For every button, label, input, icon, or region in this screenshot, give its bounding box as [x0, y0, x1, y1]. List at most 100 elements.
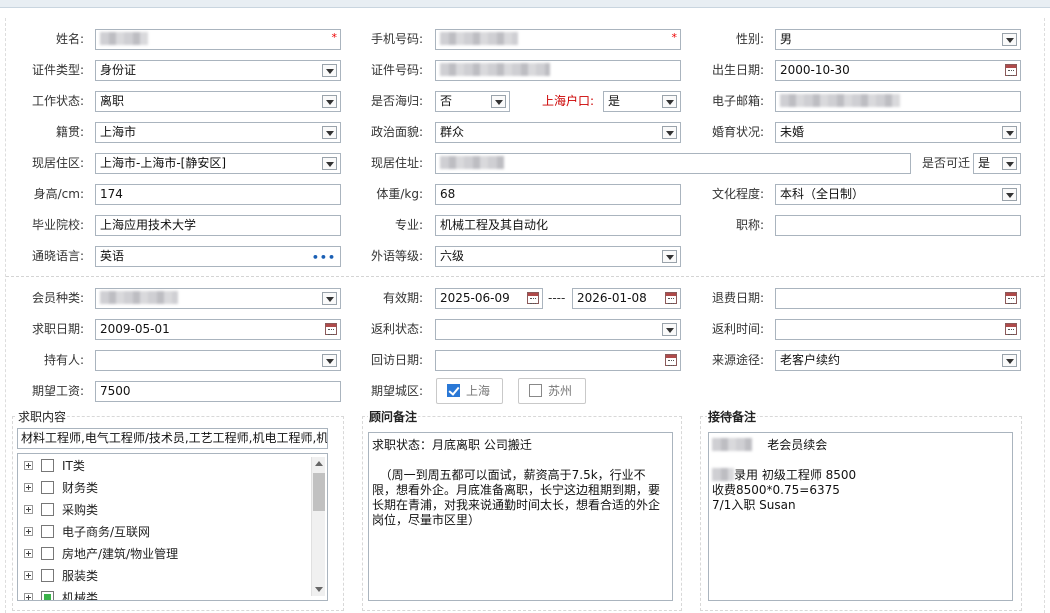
- id-number-input[interactable]: [435, 60, 681, 81]
- calendar-icon[interactable]: [1005, 64, 1017, 76]
- chevron-down-icon[interactable]: [322, 95, 337, 108]
- rebate-time-input[interactable]: [775, 319, 1021, 340]
- expand-icon[interactable]: [24, 483, 33, 492]
- shanghai-hukou-select[interactable]: 是: [603, 91, 681, 112]
- job-seek-date-input[interactable]: 2009-05-01: [95, 319, 341, 340]
- chevron-down-icon[interactable]: [322, 292, 337, 305]
- marital-status-select[interactable]: 未婚: [775, 122, 1021, 143]
- calendar-icon[interactable]: [1005, 323, 1017, 335]
- consultant-note-textarea[interactable]: 求职状态：月底离职 公司搬迁 （周一到周五都可以面试，薪资高于7.5k，行业不限…: [368, 432, 673, 601]
- validity-to-input[interactable]: 2026-01-08: [572, 288, 681, 309]
- refund-date-input[interactable]: [775, 288, 1021, 309]
- school-input[interactable]: 上海应用技术大学: [95, 215, 341, 236]
- current-residence-select[interactable]: 上海市-上海市-[静安区]: [95, 153, 341, 174]
- checkbox-unchecked-icon[interactable]: [529, 384, 542, 397]
- chevron-down-icon[interactable]: [1002, 126, 1017, 139]
- tree-item-purchasing[interactable]: 采购类: [24, 499, 98, 521]
- expand-icon[interactable]: [24, 505, 33, 514]
- more-icon[interactable]: •••: [312, 248, 336, 266]
- tree-scrollbar[interactable]: [311, 457, 325, 596]
- major-input[interactable]: 机械工程及其自动化: [435, 215, 681, 236]
- tree-item-realestate[interactable]: 房地产/建筑/物业管理: [24, 543, 178, 565]
- name-input[interactable]: *: [95, 29, 341, 50]
- language-level-select[interactable]: 六级: [435, 246, 681, 267]
- current-address-input[interactable]: [435, 153, 911, 174]
- weight-input[interactable]: 68: [435, 184, 681, 205]
- expand-icon[interactable]: [24, 461, 33, 470]
- expand-icon[interactable]: [24, 527, 33, 536]
- checkbox-partial-icon[interactable]: [41, 591, 54, 600]
- chevron-down-icon[interactable]: [1002, 33, 1017, 46]
- returnee-select[interactable]: 否: [435, 91, 510, 112]
- gender-select[interactable]: 男: [775, 29, 1021, 50]
- political-status-label: 政治面貌:: [370, 125, 423, 139]
- rebate-status-select[interactable]: [435, 319, 681, 340]
- relocatable-value: 是: [978, 156, 991, 170]
- checkbox-checked-icon[interactable]: [447, 384, 460, 397]
- email-input[interactable]: [775, 91, 1021, 112]
- chevron-down-icon[interactable]: [322, 126, 337, 139]
- title-input[interactable]: [775, 215, 1021, 236]
- city-option-shanghai[interactable]: 上海: [436, 378, 503, 404]
- calendar-icon[interactable]: [527, 292, 539, 304]
- validity-from-input[interactable]: 2025-06-09: [435, 288, 543, 309]
- native-place-select[interactable]: 上海市: [95, 122, 341, 143]
- chevron-down-icon[interactable]: [1002, 157, 1017, 170]
- checkbox-unchecked-icon[interactable]: [41, 525, 54, 538]
- reception-note-textarea[interactable]: 老会员续会 录用 初级工程师 8500 收费8500*0.75=6375 7/1…: [708, 432, 1013, 601]
- chevron-down-icon[interactable]: [322, 64, 337, 77]
- calendar-icon[interactable]: [665, 354, 677, 366]
- scroll-thumb[interactable]: [313, 473, 325, 511]
- chevron-down-icon[interactable]: [322, 157, 337, 170]
- revisit-date-input[interactable]: [435, 350, 681, 371]
- member-type-select[interactable]: [95, 288, 341, 309]
- checkbox-unchecked-icon[interactable]: [41, 503, 54, 516]
- redacted-member-name: [712, 438, 752, 451]
- scroll-up-icon[interactable]: [315, 461, 323, 466]
- job-category-tree[interactable]: IT类 财务类 采购类 电子商务/互联网 房地产/建筑/物业管理 服装类 机械类: [17, 453, 328, 601]
- tree-item-finance[interactable]: 财务类: [24, 477, 98, 499]
- checkbox-unchecked-icon[interactable]: [41, 547, 54, 560]
- chevron-down-icon[interactable]: [662, 95, 677, 108]
- political-status-select[interactable]: 群众: [435, 122, 681, 143]
- birth-date-input[interactable]: 2000-10-30: [775, 60, 1021, 81]
- reception-note-line2: 录用 初级工程师 8500: [712, 468, 1009, 483]
- work-status-select[interactable]: 离职: [95, 91, 341, 112]
- tree-item-it[interactable]: IT类: [24, 455, 85, 477]
- holder-select[interactable]: [95, 350, 341, 371]
- language-input[interactable]: 英语 •••: [95, 246, 341, 267]
- job-content-summary[interactable]: 材料工程师,电气工程师/技术员,工艺工程师,机电工程师,机: [17, 428, 328, 449]
- marital-status-value: 未婚: [780, 125, 805, 139]
- education-select[interactable]: 本科（全日制）: [775, 184, 1021, 205]
- expand-icon[interactable]: [24, 571, 33, 580]
- checkbox-unchecked-icon[interactable]: [41, 481, 54, 494]
- tree-item-apparel[interactable]: 服装类: [24, 565, 98, 587]
- chevron-down-icon[interactable]: [662, 126, 677, 139]
- checkbox-unchecked-icon[interactable]: [41, 459, 54, 472]
- calendar-icon[interactable]: [665, 292, 677, 304]
- expand-icon[interactable]: [24, 549, 33, 558]
- city-option-suzhou[interactable]: 苏州: [518, 378, 586, 404]
- expected-salary-input[interactable]: 7500: [95, 381, 341, 402]
- chevron-down-icon[interactable]: [1002, 354, 1017, 367]
- calendar-icon[interactable]: [1005, 292, 1017, 304]
- chevron-down-icon[interactable]: [322, 354, 337, 367]
- tree-item-ecommerce[interactable]: 电子商务/互联网: [24, 521, 150, 543]
- height-input[interactable]: 174: [95, 184, 341, 205]
- tree-item-mechanical[interactable]: 机械类: [24, 587, 98, 600]
- chevron-down-icon[interactable]: [662, 323, 677, 336]
- chevron-down-icon[interactable]: [491, 95, 506, 108]
- chevron-down-icon[interactable]: [662, 250, 677, 263]
- id-type-select[interactable]: 身份证: [95, 60, 341, 81]
- expand-icon[interactable]: [24, 593, 33, 600]
- phone-input[interactable]: *: [435, 29, 681, 50]
- city-option-label: 苏州: [548, 384, 573, 398]
- checkbox-unchecked-icon[interactable]: [41, 569, 54, 582]
- relocatable-select[interactable]: 是: [973, 153, 1021, 174]
- current-residence-value: 上海市-上海市-[静安区]: [100, 156, 227, 170]
- work-status-label: 工作状态:: [31, 94, 84, 108]
- scroll-down-icon[interactable]: [315, 587, 323, 592]
- chevron-down-icon[interactable]: [1002, 188, 1017, 201]
- source-channel-select[interactable]: 老客户续约: [775, 350, 1021, 371]
- calendar-icon[interactable]: [325, 323, 337, 335]
